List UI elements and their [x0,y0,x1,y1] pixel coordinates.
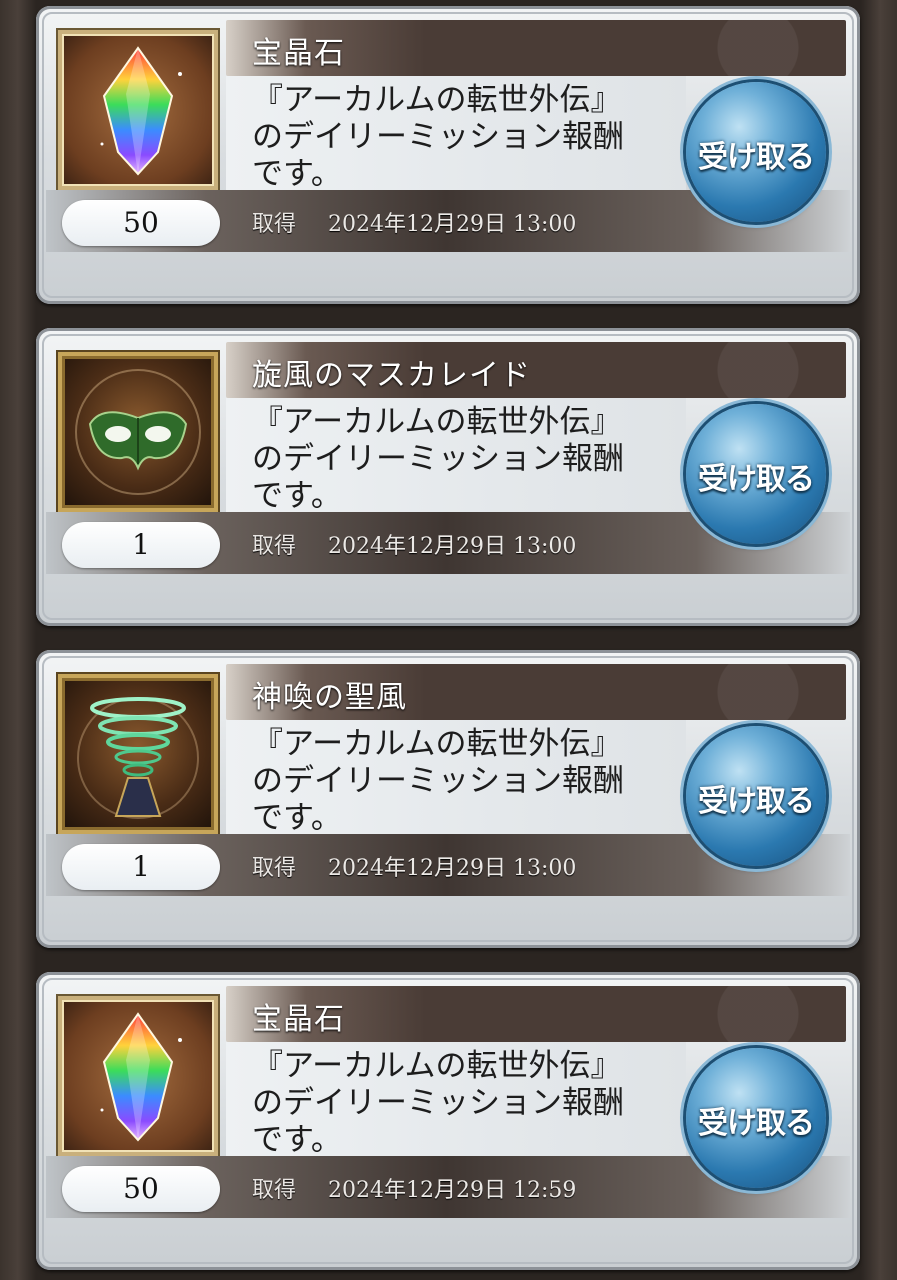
quantity-badge: 1 [62,844,220,890]
crystal-icon [58,30,218,190]
quantity-badge: 50 [62,1166,220,1212]
item-description: 『アーカルムの転世外伝』 のデイリーミッション報酬 です。 [252,404,624,514]
item-name: 神喚の聖風 [252,680,407,715]
receive-button[interactable]: 受け取る [686,726,826,866]
gift-card: 宝晶石 『アーカルムの転世外伝』 のデイリーミッション報酬 です。 50 取得 … [36,6,860,304]
gift-box-list: 宝晶石 『アーカルムの転世外伝』 のデイリーミッション報酬 です。 50 取得 … [0,0,897,1280]
receive-button[interactable]: 受け取る [686,82,826,222]
received-label: 取得 [252,1178,297,1203]
received-label: 取得 [252,212,297,237]
item-description: 『アーカルムの転世外伝』 のデイリーミッション報酬 です。 [252,82,624,192]
received-timestamp: 2024年12月29日 13:00 [328,534,577,559]
quantity-badge: 1 [62,522,220,568]
whirlwind-icon [58,674,218,834]
item-description: 『アーカルムの転世外伝』 のデイリーミッション報酬 です。 [252,1048,624,1158]
item-description: 『アーカルムの転世外伝』 のデイリーミッション報酬 です。 [252,726,624,836]
received-timestamp: 2024年12月29日 13:00 [328,856,577,881]
received-timestamp: 2024年12月29日 13:00 [328,212,577,237]
gift-card: 神喚の聖風 『アーカルムの転世外伝』 のデイリーミッション報酬 です。 1 取得… [36,650,860,948]
receive-button-label: 受け取る [698,462,815,497]
crystal-icon [58,996,218,1156]
gift-card: 旋風のマスカレイド 『アーカルムの転世外伝』 のデイリーミッション報酬 です。 … [36,328,860,626]
receive-button[interactable]: 受け取る [686,404,826,544]
item-name: 宝晶石 [252,36,345,71]
item-name: 宝晶石 [252,1002,345,1037]
receive-button-label: 受け取る [698,140,815,175]
receive-button-label: 受け取る [698,1106,815,1141]
item-name: 旋風のマスカレイド [252,358,531,393]
quantity-badge: 50 [62,200,220,246]
received-timestamp: 2024年12月29日 12:59 [328,1178,577,1203]
gift-card: 宝晶石 『アーカルムの転世外伝』 のデイリーミッション報酬 です。 50 取得 … [36,972,860,1270]
received-label: 取得 [252,856,297,881]
receive-button-label: 受け取る [698,784,815,819]
receive-button[interactable]: 受け取る [686,1048,826,1188]
received-label: 取得 [252,534,297,559]
mask-icon [58,352,218,512]
